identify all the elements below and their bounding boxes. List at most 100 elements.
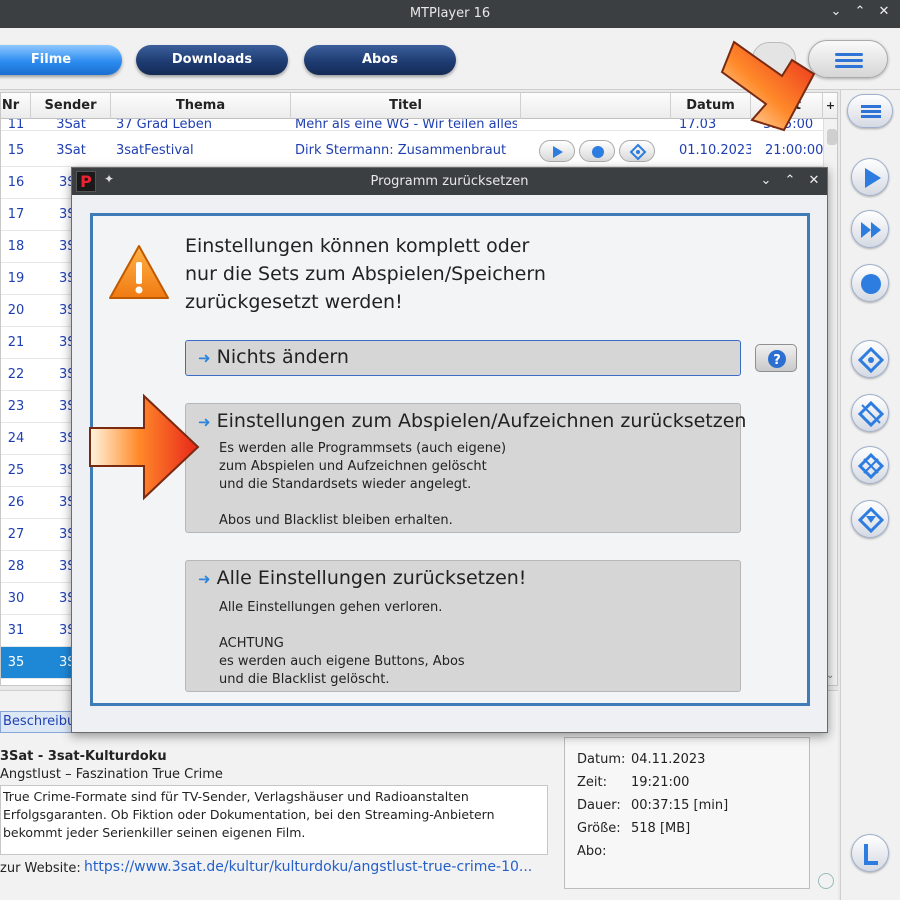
menu-icon [861,105,881,118]
dialog-titlebar: P ✦ Programm zurücksetzen ⌄ ⌃ ✕ [72,168,827,195]
table-header: Nr Sender Thema Titel Datum Zeit + [1,93,837,119]
fast-forward-icon [861,222,881,238]
sidebar-menu-button[interactable] [847,94,893,128]
cell-nr: 25 [7,463,25,478]
sidebar-play-button[interactable] [851,158,889,196]
film-info-box: Datum: 04.11.2023 Zeit: 19:21:00 Dauer: 00:… [564,737,810,889]
close-icon[interactable]: ✕ [874,4,894,19]
cell-thema: 37 Grad Leben [116,119,212,131]
description-heading: 3Sat - 3sat-Kulturdoku [0,749,167,764]
tab-downloads[interactable]: Downloads [136,45,288,75]
info-dauer-value: 00:37:15 [min] [631,798,729,813]
cell-nr: 23 [7,399,25,414]
maximize-icon[interactable]: ⌃ [850,4,870,19]
option-desc-line: Es werden alle Programmsets (auch eigene… [219,441,507,456]
info-abo-label: Abo: [577,844,607,859]
sidebar-play-next-button[interactable] [851,210,889,248]
description-text[interactable]: True Crime-Formate sind für TV-Sender, V… [0,785,548,855]
col-thema[interactable]: Thema [111,93,291,119]
option-desc-line: und die Standardsets wieder angelegt. [219,477,472,492]
col-sender[interactable]: Sender [31,93,111,119]
option-desc-line: Alle Einstellungen gehen verloren. [219,600,443,615]
tab-filme[interactable]: Filme [0,45,122,75]
dialog-intro: Einstellungen können komplett oder nur d… [185,232,546,316]
col-buttons [521,93,671,119]
play-button[interactable] [539,140,575,162]
diamond-icon [629,143,647,161]
option-desc-line: zum Abspielen und Aufzeichnen gelöscht [219,459,487,474]
pointer-arrow-icon [720,40,816,132]
option-title: Alle Einstellungen zurücksetzen! [216,567,527,589]
option-desc-line: und die Blacklist gelöscht. [219,672,390,687]
bookmark-button[interactable] [619,140,655,162]
website-label: zur Website: [0,861,81,876]
dialog-maximize-icon[interactable]: ⌃ [780,173,800,188]
arrow-right-icon: ➜ [198,570,211,588]
intro-line: zurückgesetzt werden! [185,291,403,313]
cell-nr: 17 [7,207,25,222]
cell-sender: 3Sat [56,143,86,158]
right-sidebar [840,90,900,900]
description-subtitle: Angstlust – Faszination True Crime [0,767,223,782]
cell-nr: 28 [7,559,25,574]
arrow-right-icon: ➜ [198,349,211,367]
tab-abos[interactable]: Abos [304,45,456,75]
option-nothing-change[interactable]: ➜ Nichts ändern [185,340,741,376]
pointer-arrow-icon [89,393,200,501]
sidebar-bookmark-down-button[interactable] [851,500,889,538]
sidebar-l-button[interactable] [851,834,889,872]
cell-nr: 21 [7,335,25,350]
record-button[interactable] [579,140,615,162]
info-datum-label: Datum: [577,752,626,767]
cell-thema: 3satFestival [116,143,194,158]
cell-sender: 3Sat [56,119,86,131]
cell-nr: 15 [7,143,25,158]
cell-nr: 19 [7,271,25,286]
intro-line: Einstellungen können komplett oder [185,235,530,257]
info-datum-value: 04.11.2023 [631,752,706,767]
cell-nr: 20 [7,303,25,318]
option-desc-line: Abos und Blacklist bleiben erhalten. [219,513,453,528]
sidebar-record-button[interactable] [851,264,889,302]
svg-text:?: ? [773,353,781,368]
col-nr[interactable]: Nr [1,93,31,119]
option-reset-all[interactable]: ➜ Alle Einstellungen zurücksetzen! Alle … [185,560,741,692]
cell-titel: Mehr als eine WG - Wir teilen alles - [295,119,517,131]
sidebar-bookmark-clear-button[interactable] [851,446,889,484]
website-link[interactable]: https://www.3sat.de/kultur/kulturdoku/an… [84,859,532,875]
intro-line: nur die Sets zum Abspielen/Speichern [185,263,546,285]
cell-nr: 18 [7,239,25,254]
letter-l-icon [864,844,878,865]
diamond-icon [857,346,885,374]
table-row[interactable]: 11 3Sat 37 Grad Leben Mehr als eine WG -… [1,119,823,131]
option-title: Nichts ändern [216,346,349,368]
diamond-clear-icon [857,452,885,480]
option-reset-play-record[interactable]: ➜ Einstellungen zum Abspielen/Aufzeichne… [185,403,746,533]
table-row[interactable]: 15 3Sat 3satFestival Dirk Stermann: Zusa… [1,135,823,167]
cell-nr: 27 [7,527,25,542]
cell-nr: 26 [7,495,25,510]
diamond-remove-icon [857,400,885,428]
window-title: MTPlayer 16 [409,6,491,21]
help-button[interactable]: ? [755,344,797,372]
col-titel[interactable]: Titel [291,93,521,119]
cell-nr: 22 [7,367,25,382]
dialog-minimize-icon[interactable]: ⌄ [756,173,776,188]
info-groesse-value: 518 [MB] [631,821,691,836]
option-desc-line: ACHTUNG [219,636,284,651]
window-titlebar: MTPlayer 16 ⌄ ⌃ ✕ [0,0,900,28]
play-small-icon[interactable] [818,873,834,889]
cell-nr: 30 [7,591,25,606]
record-icon [592,146,604,158]
sidebar-bookmark-button[interactable] [851,340,889,378]
sidebar-bookmark-remove-button[interactable] [851,394,889,432]
description-line: bekommt jeder Serienkiller seinen eigene… [3,825,306,840]
warning-icon [109,245,169,299]
cell-nr: 11 [7,119,25,131]
cell-titel: Dirk Stermann: Zusammenbraut [295,143,507,158]
minimize-icon[interactable]: ⌄ [826,4,846,19]
option-desc-line: es werden auch eigene Buttons, Abos [219,654,465,669]
dialog-close-icon[interactable]: ✕ [804,173,824,188]
play-icon [553,146,563,158]
tab-beschreibung[interactable]: Beschreibung [0,711,72,733]
